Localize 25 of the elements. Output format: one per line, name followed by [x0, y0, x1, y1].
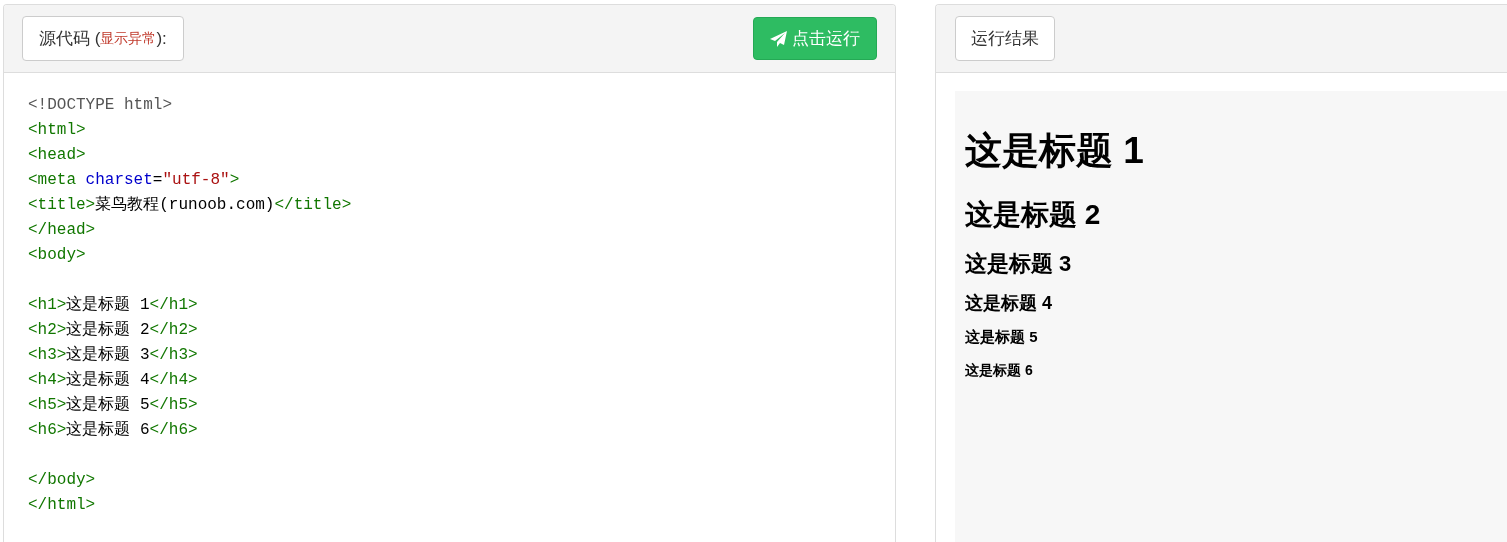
result-heading: 这是标题 2 [965, 199, 1101, 231]
result-heading: 这是标题 3 [965, 252, 1072, 277]
code-line: <h2>这是标题 2</h2> [28, 319, 198, 341]
panel-title: 源代码 (显示异常): [22, 16, 184, 61]
result-heading: 这是标题 6 [965, 362, 1033, 379]
code-line: </body> [28, 470, 96, 491]
code-line: <!DOCTYPE html> [28, 95, 173, 116]
run-button[interactable]: 点击运行 [753, 17, 877, 60]
code-line: </head> [28, 220, 96, 241]
code-line: <h4>这是标题 4</h4> [28, 369, 198, 391]
code-line: <meta charset="utf-8"> [28, 170, 240, 191]
code-line: <html> [28, 120, 86, 141]
code-line: <body> [28, 245, 86, 266]
code-line: <h6>这是标题 6</h6> [28, 419, 198, 441]
code-line: <head> [28, 145, 86, 166]
result-heading: 这是标题 1 [965, 131, 1144, 172]
code-line: <h5>这是标题 5</h5> [28, 394, 198, 416]
code-line: <h1>这是标题 1</h1> [28, 294, 198, 316]
result-heading: 这是标题 5 [965, 329, 1038, 346]
code-line: </html> [28, 495, 96, 516]
result-heading: 这是标题 4 [965, 293, 1052, 314]
send-icon [770, 30, 788, 47]
panel-title: 运行结果 [955, 16, 1055, 61]
code-line: <title>菜鸟教程(runoob.com)</title> [28, 195, 352, 216]
code-line: <h3>这是标题 3</h3> [28, 344, 198, 366]
